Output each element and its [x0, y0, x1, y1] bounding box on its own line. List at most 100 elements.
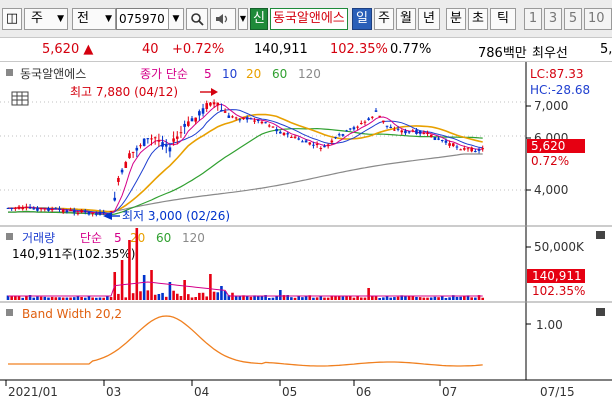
period-label: 분 [450, 11, 462, 26]
low-price-annotation: 최저 3,000 (02/26) [122, 209, 230, 223]
candle-body [146, 138, 150, 140]
x-axis-label: 07 [442, 385, 457, 399]
candle-body [58, 208, 61, 210]
volume-ma-label: 단순 [80, 231, 102, 245]
candle-body [348, 128, 352, 130]
grid-toggle-icon[interactable] [11, 91, 29, 106]
x-axis-label: 03 [106, 385, 121, 399]
candle-body [264, 122, 267, 124]
candle-body [54, 208, 58, 210]
candle-body [98, 212, 102, 215]
period-week-button[interactable]: 주 [374, 8, 394, 30]
candle-body [142, 138, 146, 146]
period-year-button[interactable]: 년 [418, 8, 440, 30]
new-window-button[interactable]: 신 [250, 8, 268, 30]
bw-tick-label: 1.00 [536, 318, 563, 332]
candle-body [187, 121, 190, 126]
interval-10-button[interactable]: 10 [584, 8, 612, 30]
volume-bar [301, 297, 304, 300]
candle-body [102, 212, 105, 214]
period-tick-button[interactable]: 틱 [490, 8, 516, 30]
volume-bar [326, 297, 330, 300]
hc-value: HC:-28.68 [530, 83, 590, 97]
candle-body [466, 148, 470, 150]
candle-body [36, 207, 39, 211]
candle-body [275, 129, 278, 132]
candle-body [179, 132, 183, 134]
chart-menu-icon[interactable]: ◫ [2, 8, 22, 30]
volume-bar [135, 228, 139, 300]
candle-body [400, 130, 404, 133]
candle-body [39, 208, 43, 210]
candle-body [308, 142, 312, 145]
volume-bar [183, 280, 186, 300]
chart-type-select[interactable]: 주 ▼ [24, 8, 68, 30]
volume-bar [153, 294, 157, 300]
quote-bar: 5,620 ▲ 40 +0.72% 140,911 102.35% 0.77% … [0, 38, 612, 62]
panel-marker-icon [6, 309, 13, 316]
volume-bar [304, 296, 308, 300]
volume-bar [267, 297, 271, 300]
interval-3-button[interactable]: 3 [544, 8, 562, 30]
candle-body [91, 212, 94, 214]
price-change-percent: +0.72% [172, 42, 225, 57]
candle-body [242, 117, 245, 120]
candle-body [459, 149, 462, 151]
code-dropdown-button[interactable]: ▼ [168, 8, 184, 30]
chevron-down-icon: ▼ [57, 14, 64, 24]
volume-bar [459, 296, 462, 300]
candle-body [10, 207, 13, 209]
current-volume-pct: 102.35% [532, 284, 585, 298]
period-label: 일 [356, 11, 368, 26]
interval-label: 5 [568, 11, 578, 26]
volume-bar [437, 297, 440, 300]
candle-body [385, 125, 389, 127]
volume-panel-title: 거래량 [22, 231, 55, 245]
trade-volume: 140,911 [254, 42, 308, 57]
candle-body [326, 144, 330, 146]
volume-bar [389, 297, 393, 300]
interval-5-button[interactable]: 5 [564, 8, 582, 30]
candle-body [440, 140, 444, 142]
volume-bar [98, 297, 102, 300]
search-icon[interactable] [186, 8, 208, 30]
sound-icon[interactable] [210, 8, 236, 30]
candle-body [150, 138, 153, 140]
period-second-button[interactable]: 초 [468, 8, 488, 30]
market-select[interactable]: 전 ▼ [72, 8, 116, 30]
volume-bar [359, 297, 363, 300]
period-label: 년 [423, 11, 435, 26]
volume-panel-close-icon[interactable] [596, 231, 605, 239]
volume-bar [315, 297, 319, 300]
period-label: 초 [472, 11, 484, 26]
volume-bar [463, 296, 466, 300]
candle-body [477, 149, 481, 151]
price-tick-label: 4,000 [534, 183, 568, 197]
candle-body [109, 211, 113, 213]
candle-body [455, 146, 459, 148]
volume-bar [444, 297, 448, 300]
bw-panel-close-icon[interactable] [596, 308, 605, 316]
candle-body [209, 102, 212, 106]
volume-bar [69, 297, 72, 300]
volume-bar [172, 290, 175, 300]
candle-body [422, 133, 426, 135]
volume-bar [418, 297, 422, 300]
candle-body [253, 120, 256, 122]
sound-dropdown-button[interactable]: ▼ [238, 8, 248, 30]
stock-name-display[interactable]: 동국알앤에스 [270, 8, 348, 30]
candle-body [164, 144, 168, 147]
stock-chart[interactable]: 동국알앤에스 종가 단순 5 10 20 60 120 최고 7,880 (04… [0, 62, 612, 403]
period-minute-button[interactable]: 분 [446, 8, 466, 30]
volume-bar [275, 296, 278, 300]
period-month-button[interactable]: 월 [396, 8, 416, 30]
period-label: 주 [378, 11, 390, 26]
volume-tick-label: 50,000K [534, 240, 585, 254]
period-day-button[interactable]: 일 [352, 8, 372, 30]
candle-body [120, 169, 124, 173]
candle-body [69, 210, 72, 212]
interval-1-button[interactable]: 1 [524, 8, 542, 30]
candle-body [238, 119, 242, 121]
candle-body [198, 111, 201, 116]
candle-body [345, 130, 348, 132]
